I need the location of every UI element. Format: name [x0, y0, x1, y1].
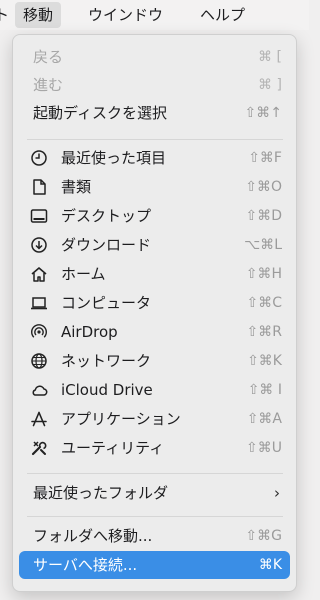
menu-bar-item-partial[interactable]: ト — [0, 0, 9, 30]
menu-item-connect-to-server[interactable]: サーバへ接続... ⌘K — [19, 551, 290, 579]
menu-item-shortcut: ⌘K — [258, 557, 282, 573]
menu-item-shortcut: ⇧⌘A — [246, 411, 282, 427]
document-icon — [30, 178, 48, 196]
menu-bar-item-help[interactable]: ヘルプ — [200, 0, 245, 30]
menu-item-go-to-folder[interactable]: フォルダへ移動... ⇧⌘G — [19, 522, 290, 550]
menu-item-label: 最近使ったフォルダ — [33, 484, 169, 502]
menu-item-shortcut: ⇧⌘R — [246, 324, 282, 340]
menu-separator — [27, 516, 283, 517]
menu-item-airdrop[interactable]: AirDrop ⇧⌘R — [19, 318, 290, 346]
menu-item-startup-disk[interactable]: 起動ディスクを選択 ⇧⌘↑ — [19, 99, 290, 127]
menu-item-label: ダウンロード — [61, 236, 152, 254]
menu-item-applications[interactable]: アプリケーション ⇧⌘A — [19, 405, 290, 433]
menu-item-downloads[interactable]: ダウンロード ⌥⌘L — [19, 231, 290, 259]
menu-separator — [27, 139, 283, 140]
menu-item-shortcut: ⌘ [ — [258, 49, 282, 65]
menu-item-home[interactable]: ホーム ⇧⌘H — [19, 260, 290, 288]
menu-item-shortcut: ⇧⌘C — [246, 295, 282, 311]
menu-item-forward[interactable]: 進む ⌘ ] — [19, 71, 290, 99]
menu-item-shortcut: ⇧⌘ I — [247, 382, 282, 398]
menu-item-shortcut: ⇧⌘F — [248, 150, 282, 166]
menu-item-label: ホーム — [61, 265, 106, 283]
menu-bar-item-window[interactable]: ウインドウ — [88, 0, 163, 30]
menu-item-network[interactable]: ネットワーク ⇧⌘K — [19, 347, 290, 375]
menu-item-back[interactable]: 戻る ⌘ [ — [19, 43, 290, 71]
menu-item-label: AirDrop — [61, 323, 118, 341]
network-icon — [30, 352, 48, 370]
menu-item-label: 戻る — [33, 48, 64, 66]
clock-icon — [30, 149, 48, 167]
menu-item-label: ユーティリティ — [61, 439, 165, 457]
menu-item-label: iCloud Drive — [61, 381, 153, 399]
menu-separator — [27, 473, 283, 474]
menu-item-shortcut: ⇧⌘K — [247, 353, 282, 369]
menu-item-label: サーバへ接続... — [33, 556, 138, 574]
menu-bar: ト 移動 ウインドウ ヘルプ — [0, 0, 309, 30]
menu-item-label: デスクトップ — [61, 207, 152, 225]
menu-item-computer[interactable]: コンピュータ ⇧⌘C — [19, 289, 290, 317]
menu-item-documents[interactable]: 書類 ⇧⌘O — [19, 173, 290, 201]
laptop-icon — [30, 294, 48, 312]
menu-item-shortcut: ⇧⌘D — [245, 208, 282, 224]
desktop-icon — [30, 207, 48, 225]
menu-item-label: コンピュータ — [61, 294, 152, 312]
menu-item-label: 起動ディスクを選択 — [33, 104, 167, 122]
airdrop-icon — [30, 323, 48, 341]
menu-item-icloud-drive[interactable]: iCloud Drive ⇧⌘ I — [19, 376, 290, 404]
menu-item-label: アプリケーション — [61, 410, 181, 428]
applications-icon — [30, 410, 48, 428]
menu-item-shortcut: ⇧⌘H — [245, 266, 282, 282]
menu-item-shortcut: ⇧⌘↑ — [244, 105, 282, 121]
menu-item-label: ネットワーク — [61, 352, 152, 370]
menu-item-label: 書類 — [61, 178, 92, 196]
cloud-icon — [30, 381, 48, 399]
menu-item-recent-folders[interactable]: 最近使ったフォルダ › — [19, 479, 290, 507]
download-icon — [30, 236, 48, 254]
home-icon — [30, 265, 48, 283]
menu-item-label: 進む — [33, 76, 64, 94]
menu-item-shortcut: ⇧⌘G — [245, 528, 282, 544]
menu-item-shortcut: ⇧⌘U — [246, 440, 282, 456]
utilities-icon — [30, 439, 48, 457]
menu-item-label: フォルダへ移動... — [33, 527, 153, 545]
menu-item-desktop[interactable]: デスクトップ ⇧⌘D — [19, 202, 290, 230]
chevron-right-icon: › — [274, 484, 280, 502]
menu-item-shortcut: ⇧⌘O — [245, 179, 282, 195]
go-menu: 戻る ⌘ [ 進む ⌘ ] 起動ディスクを選択 ⇧⌘↑ 最近使った項目 ⇧⌘F … — [12, 34, 297, 592]
menu-item-recents[interactable]: 最近使った項目 ⇧⌘F — [19, 144, 290, 172]
menu-item-utilities[interactable]: ユーティリティ ⇧⌘U — [19, 434, 290, 462]
menu-bar-item-go[interactable]: 移動 — [15, 2, 62, 28]
menu-item-shortcut: ⌘ ] — [258, 77, 282, 93]
menu-item-shortcut: ⌥⌘L — [244, 237, 282, 253]
menu-item-label: 最近使った項目 — [61, 149, 167, 167]
